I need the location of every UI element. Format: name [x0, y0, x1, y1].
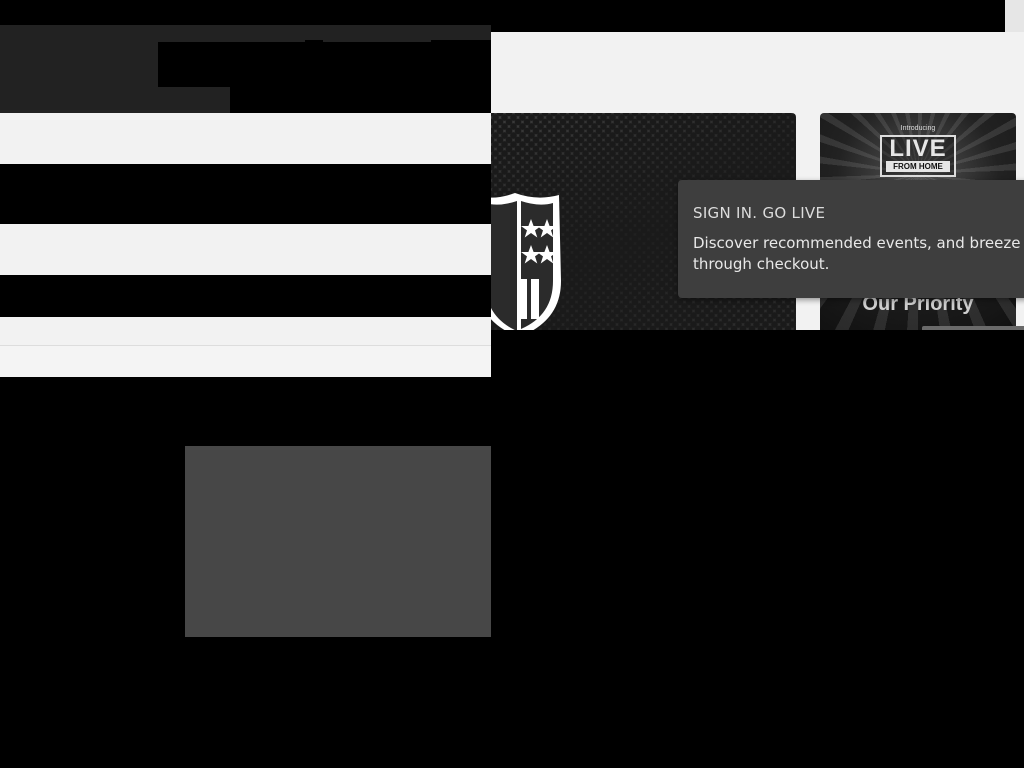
sign-in-tooltip[interactable]: SIGN IN. GO LIVE Discover recommended ev… — [678, 180, 1024, 298]
top-bar — [0, 0, 1005, 25]
redacted-row — [0, 164, 491, 224]
nfl-shield-icon — [491, 193, 561, 330]
logo-word: LIVE — [889, 135, 947, 162]
tooltip-body: Discover recommended events, and breeze … — [693, 234, 1021, 273]
card-intro-text: Introducing — [900, 125, 936, 132]
list-row — [0, 224, 491, 275]
carousel-scroll-indicator[interactable] — [922, 326, 1024, 330]
top-bar-edge — [1005, 0, 1024, 32]
list-row — [0, 317, 491, 345]
live-from-home-logo: LIVE FROM HOME — [880, 135, 956, 177]
tooltip-title: SIGN IN. GO LIVE — [693, 204, 826, 222]
redacted-row — [0, 275, 491, 317]
list-row — [0, 113, 491, 164]
list-row — [0, 345, 491, 377]
redacted-block — [158, 42, 491, 87]
redacted-panel — [185, 446, 491, 637]
redacted-block — [305, 40, 323, 46]
redacted-block — [431, 40, 491, 46]
content-header-area — [491, 32, 1024, 113]
logo-subtitle: FROM HOME — [886, 161, 950, 172]
redacted-block — [230, 87, 491, 113]
